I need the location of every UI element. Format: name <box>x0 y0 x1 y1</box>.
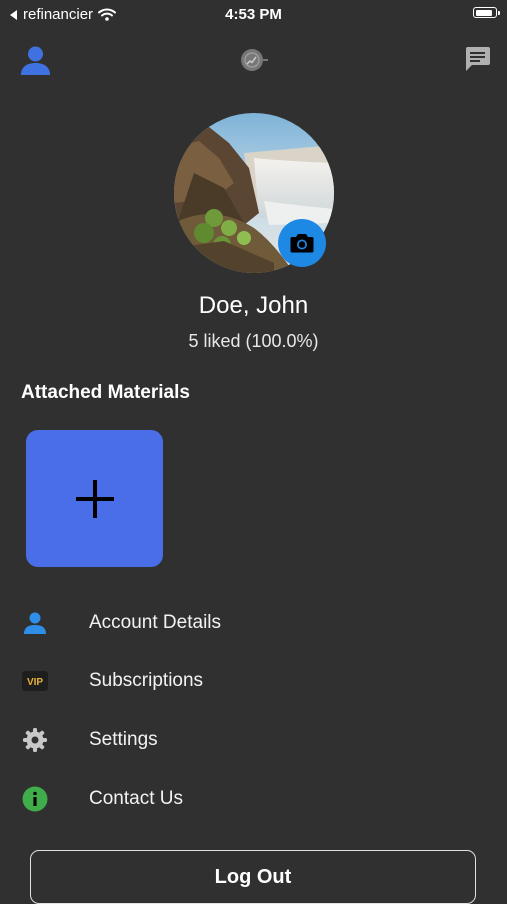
vip-icon: VIP <box>22 668 48 694</box>
profile-icon[interactable] <box>20 45 51 75</box>
menu-item-subscriptions[interactable]: VIP Subscriptions <box>0 656 507 706</box>
avatar-container <box>174 113 334 273</box>
chat-icon[interactable] <box>464 46 491 72</box>
user-name: Doe, John <box>198 292 309 319</box>
camera-icon <box>290 234 314 253</box>
menu-item-label: Account Details <box>89 612 222 633</box>
menu-item-settings[interactable]: Settings <box>0 715 507 765</box>
plus-icon <box>75 479 114 518</box>
menu-item-account-details[interactable]: Account Details <box>0 598 507 648</box>
menu-item-label: Settings <box>89 729 158 750</box>
gear-icon <box>22 727 48 753</box>
add-material-button[interactable] <box>26 430 163 567</box>
liked-stats: 5 liked (100.0%) <box>188 331 319 351</box>
menu-item-label: Contact Us <box>89 788 183 809</box>
logout-button[interactable]: Log Out <box>30 850 476 904</box>
battery-fill <box>475 9 493 16</box>
attached-materials-title: Attached Materials <box>21 382 190 403</box>
person-icon <box>22 610 48 636</box>
status-bar: refinancier 4:53 PM <box>0 0 507 28</box>
vip-icon-text: VIP <box>27 677 43 688</box>
change-photo-button[interactable] <box>278 219 326 267</box>
info-icon <box>22 786 48 812</box>
status-time: 4:53 PM <box>225 6 282 23</box>
menu-item-label: Subscriptions <box>89 670 204 691</box>
menu-item-contact-us[interactable]: Contact Us <box>0 774 507 824</box>
radar-logo-icon[interactable] <box>239 47 269 73</box>
battery-icon <box>473 7 500 18</box>
